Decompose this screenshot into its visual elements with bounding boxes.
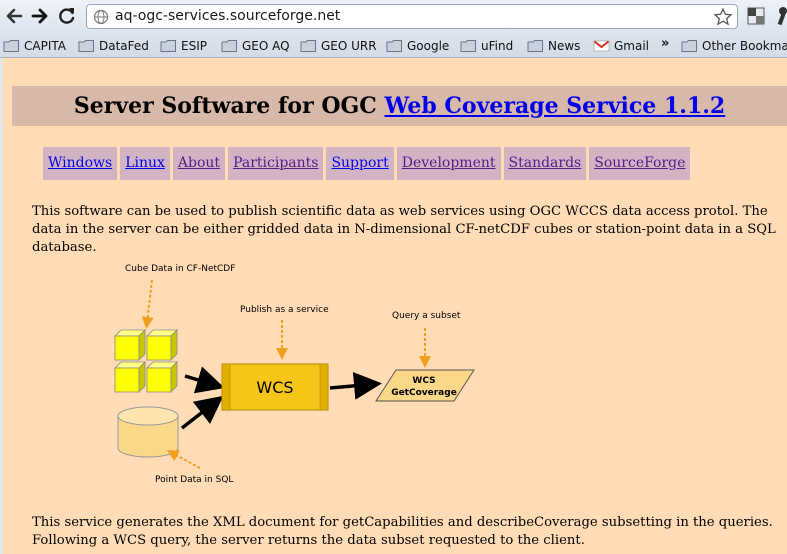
- bookmark-capita[interactable]: CAPITA: [3, 37, 66, 55]
- menu-sourceforge[interactable]: SourceForge: [589, 147, 691, 180]
- bookmark-ufind[interactable]: uFind: [460, 37, 513, 55]
- address-bar[interactable]: aq-ogc-services.sourceforge.net: [86, 4, 738, 29]
- menu-about[interactable]: About: [172, 147, 226, 180]
- back-button[interactable]: [3, 5, 25, 27]
- intro-paragraph: This software can be used to publish sci…: [32, 204, 776, 255]
- getcoverage-line1: WCS: [412, 376, 435, 386]
- other-bookmarks[interactable]: Other Bookmarks: [681, 37, 787, 55]
- getcoverage-shape: WCS GetCoverage: [375, 369, 475, 402]
- db-pointer-arrow: [166, 450, 201, 469]
- url-text[interactable]: aq-ogc-services.sourceforge.net: [115, 8, 340, 24]
- folder-icon: [3, 40, 19, 52]
- publish-label: Publish as a service: [240, 305, 329, 315]
- folder-icon: [460, 40, 476, 52]
- outro-paragraph: This service generates the XML document …: [32, 515, 773, 548]
- forward-arrow-icon: [31, 8, 48, 24]
- menu-participants[interactable]: Participants: [228, 147, 324, 180]
- cube-to-wcs-arrow: [184, 366, 225, 394]
- folder-icon: [78, 40, 94, 52]
- database-icon: [117, 406, 179, 458]
- page-title: Server Software for OGC Web Coverage Ser…: [12, 86, 787, 126]
- menu-development[interactable]: Development: [396, 147, 501, 180]
- globe-icon: [93, 9, 109, 25]
- bookmark-label: Other Bookmarks: [702, 39, 787, 53]
- wcs-to-output-arrow: [329, 371, 382, 400]
- cube-data-icon: [114, 329, 178, 393]
- bookmark-label: DataFed: [99, 39, 149, 53]
- menu-linux[interactable]: Linux: [120, 147, 170, 180]
- bookmark-esip[interactable]: ESIP: [160, 37, 207, 55]
- folder-icon: [386, 40, 402, 52]
- browser-toolbar: aq-ogc-services.sourceforge.net: [0, 0, 787, 33]
- page-left-border: [0, 58, 3, 554]
- wcs-box-label: WCS: [256, 378, 293, 397]
- back-arrow-icon: [6, 8, 23, 24]
- bookmark-google[interactable]: Google: [386, 37, 449, 55]
- title-text: Server Software for OGC: [73, 93, 385, 119]
- menu-windows[interactable]: Windows: [43, 147, 118, 180]
- reload-button[interactable]: [56, 5, 78, 27]
- cube-pointer-arrow: [141, 279, 154, 329]
- folder-icon: [681, 40, 697, 52]
- bookmark-geo-aq[interactable]: GEO AQ: [221, 37, 290, 55]
- page-content: Server Software for OGC Web Coverage Ser…: [0, 58, 787, 554]
- bookmark-label: CAPITA: [24, 39, 66, 53]
- bookmark-news[interactable]: News: [527, 37, 580, 55]
- nav-menu: Windows Linux About Participants Support…: [43, 147, 691, 180]
- bookmark-label: uFind: [481, 39, 514, 53]
- folder-icon: [527, 40, 543, 52]
- bookmark-label: Google: [407, 39, 450, 53]
- bookmarks-overflow-chevron[interactable]: »: [661, 36, 669, 51]
- folder-icon: [300, 40, 316, 52]
- architecture-diagram: Cube Data in CF-NetCDF Publish as a serv…: [114, 264, 475, 485]
- cube-data-label: Cube Data in CF-NetCDF: [125, 264, 235, 274]
- bookmarks-bar: CAPITA DataFed ESIP GEO AQ GEO URR Googl…: [0, 33, 787, 58]
- bookmark-label: Gmail: [614, 39, 650, 53]
- db-to-wcs-arrow: [180, 395, 224, 430]
- folder-icon: [160, 40, 176, 52]
- bookmark-label: News: [548, 39, 581, 53]
- forward-button[interactable]: [29, 5, 51, 27]
- menu-standards[interactable]: Standards: [503, 147, 587, 180]
- bookmark-label: GEO AQ: [242, 39, 290, 53]
- gmail-icon: [593, 40, 610, 52]
- bookmark-star-icon[interactable]: [713, 7, 733, 27]
- query-label: Query a subset: [392, 311, 461, 321]
- point-data-label: Point Data in SQL: [155, 475, 233, 485]
- getcoverage-line2: GetCoverage: [391, 388, 457, 398]
- bookmark-label: ESIP: [181, 39, 207, 53]
- menu-support[interactable]: Support: [326, 147, 394, 180]
- wcs-spec-link[interactable]: Web Coverage Service 1.1.2: [384, 93, 725, 119]
- bookmark-geo-urr[interactable]: GEO URR: [300, 37, 377, 55]
- bookmark-datafed[interactable]: DataFed: [78, 37, 149, 55]
- folder-icon: [221, 40, 237, 52]
- wcs-box: WCS: [221, 363, 329, 411]
- bookmark-label: GEO URR: [321, 39, 377, 53]
- reload-icon: [59, 8, 75, 24]
- page-menu-icon[interactable]: [746, 6, 766, 26]
- wrench-icon[interactable]: [775, 6, 787, 26]
- bookmark-gmail[interactable]: Gmail: [593, 37, 649, 55]
